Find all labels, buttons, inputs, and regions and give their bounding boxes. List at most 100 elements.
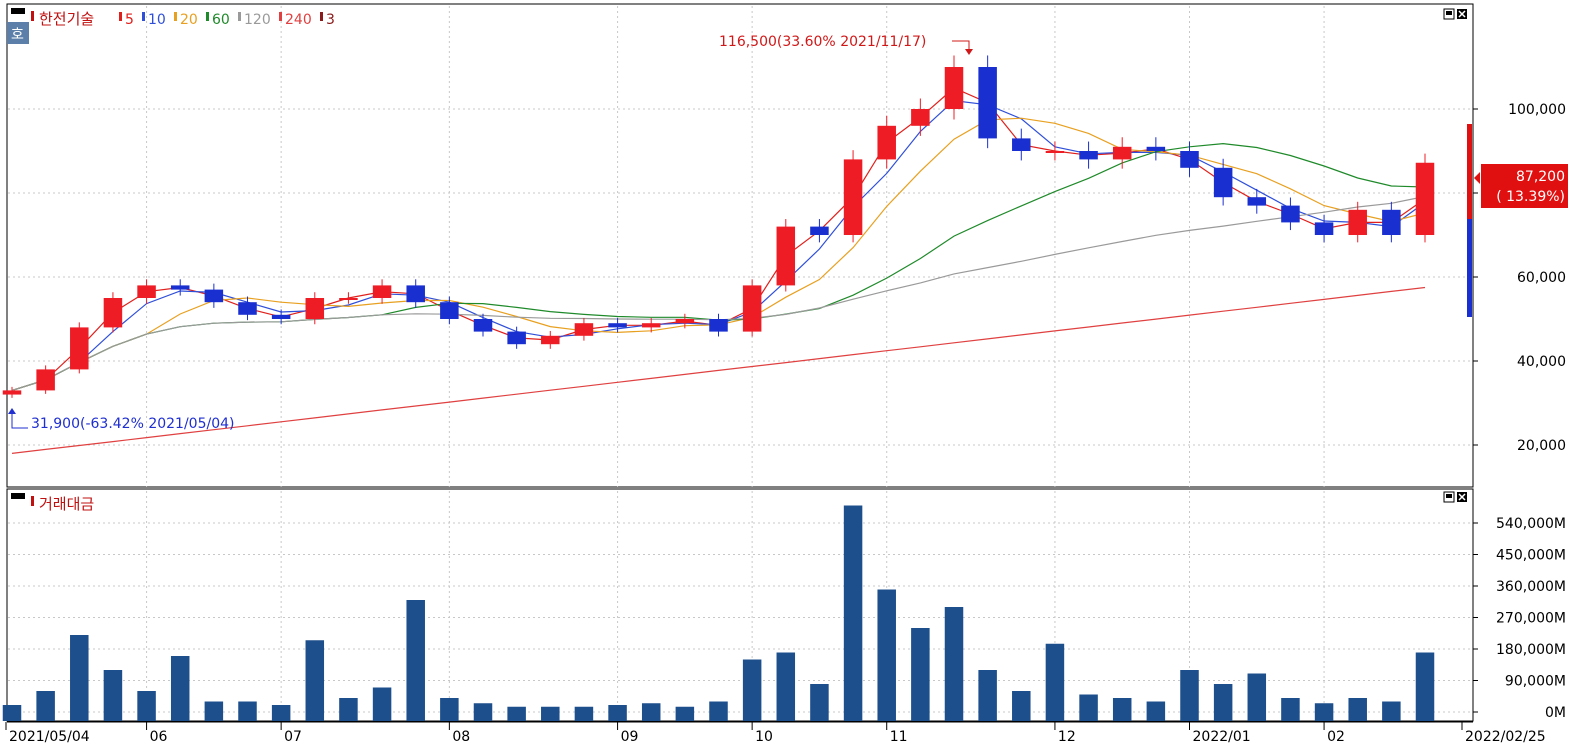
volume-bar <box>170 656 190 721</box>
volume-bar <box>1112 698 1132 721</box>
x-tick-label: 2022/01 <box>1193 729 1251 745</box>
candle-body <box>1180 151 1199 168</box>
candle-body <box>507 331 526 345</box>
x-tick-label: 2022/02/25 <box>1465 729 1546 745</box>
candle-body <box>675 319 695 324</box>
candle-body <box>1146 146 1166 151</box>
legend-swatch <box>174 12 177 21</box>
stock-name: 한전기술 <box>39 10 94 28</box>
legend-marker <box>31 496 34 506</box>
x-axis: 2021/05/04 06 07 08 09 10 11 12 2022/01 02 2022/02… <box>5 722 1546 745</box>
range-bar-up <box>1467 124 1472 219</box>
volume-bar <box>1415 652 1435 721</box>
panel-menu-icon[interactable] <box>11 493 25 499</box>
legend-swatch <box>279 12 282 21</box>
x-tick-label: 12 <box>1058 729 1076 745</box>
candle-body <box>1382 209 1401 235</box>
volume-bar <box>709 701 728 721</box>
volume-bar <box>574 706 594 721</box>
candle-body <box>541 335 560 345</box>
current-price-pointer <box>1474 172 1480 184</box>
x-tick-label: 11 <box>890 729 908 745</box>
volume-bar <box>204 701 224 721</box>
candle-body <box>1314 222 1334 235</box>
volume-bar <box>1012 691 1031 721</box>
volume-bar <box>1146 701 1166 721</box>
range-bar-down <box>1467 219 1472 317</box>
volume-tick-label: 90,000M <box>1505 674 1566 690</box>
panel-menu-icon[interactable] <box>11 8 25 14</box>
volume-bar <box>911 628 930 721</box>
candle-body <box>440 302 459 319</box>
candle-body <box>1112 146 1132 160</box>
volume-bar <box>877 589 896 721</box>
volume-bar <box>810 684 829 721</box>
x-tick-label: 07 <box>284 729 302 745</box>
volume-tick-label: 450,000M <box>1496 548 1566 564</box>
y-tick-label: 60,000 <box>1517 270 1566 286</box>
volume-bar <box>372 687 392 721</box>
high-annotation: 116,500(33.60% 2021/11/17) <box>719 34 926 50</box>
legend-label: 20 <box>180 12 198 28</box>
candle-body <box>944 67 964 109</box>
legend-swatch <box>142 12 145 21</box>
volume-bar <box>675 706 695 721</box>
volume-tick-label: 180,000M <box>1496 642 1566 658</box>
volume-bar <box>305 640 325 721</box>
volume-bar <box>2 705 22 721</box>
volume-bar <box>70 635 89 721</box>
legend-label: 60 <box>212 12 230 28</box>
legend-swatch <box>119 12 122 21</box>
x-tick-label: 08 <box>452 729 470 745</box>
volume-bar <box>473 703 493 721</box>
volume-bar <box>742 659 762 721</box>
candle-body <box>574 323 594 336</box>
candle-body <box>70 327 89 370</box>
x-tick-label: 09 <box>621 729 639 745</box>
volume-bar <box>507 706 526 721</box>
volume-bar <box>1314 703 1334 721</box>
candle-body <box>978 67 997 139</box>
candle-body <box>911 109 930 126</box>
legend-label: 240 <box>285 12 312 28</box>
volume-bar <box>137 691 156 721</box>
volume-tick-label: 270,000M <box>1496 611 1566 627</box>
volume-tick-label: 540,000M <box>1496 516 1566 532</box>
volume-bar <box>843 505 863 721</box>
candle-body <box>843 159 863 235</box>
candle-body <box>473 319 493 332</box>
volume-bar <box>541 706 560 721</box>
price-panel <box>6 3 1474 488</box>
volume-bar <box>1247 673 1267 721</box>
volume-bar <box>1180 670 1199 721</box>
candle-body <box>1415 162 1435 235</box>
side-badge-label: 호 <box>11 27 24 43</box>
candle-body <box>608 323 627 328</box>
volume-bar <box>440 698 459 721</box>
candle-body <box>1348 209 1367 235</box>
candle-body <box>238 302 257 315</box>
candle-body <box>103 298 123 328</box>
candle-body <box>1247 197 1267 206</box>
legend-marker <box>31 11 34 21</box>
low-annotation: 31,900(-63.42% 2021/05/04) <box>31 416 235 432</box>
volume-bar <box>103 670 123 721</box>
maximize-icon-inner <box>1446 11 1452 15</box>
candle-body <box>1045 151 1065 153</box>
candle-body <box>776 226 796 286</box>
legend-swatch <box>238 12 241 21</box>
x-tick-label: 06 <box>150 729 168 745</box>
volume-bar <box>339 698 358 721</box>
legend-swatch <box>206 12 209 21</box>
volume-bar <box>1382 701 1401 721</box>
volume-bar <box>1079 694 1098 721</box>
legend-label: 5 <box>125 12 134 28</box>
candle-body <box>1213 167 1233 198</box>
candle-body <box>406 285 425 303</box>
volume-bar <box>608 705 627 721</box>
volume-bar <box>406 600 425 721</box>
candle-body <box>339 298 358 300</box>
maximize-icon-inner <box>1446 494 1452 498</box>
y-tick-label: 20,000 <box>1517 438 1566 454</box>
volume-title: 거래대금 <box>39 495 94 513</box>
